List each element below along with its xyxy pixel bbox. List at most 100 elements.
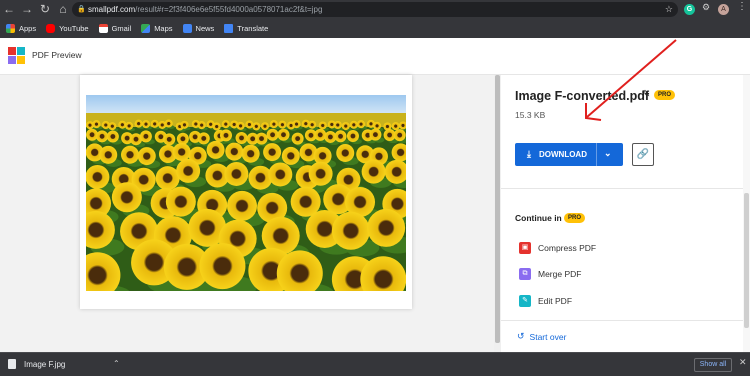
- sunflower-head: [141, 120, 150, 129]
- sunflower-head: [361, 159, 386, 184]
- start-over-link[interactable]: ↺ Start over: [517, 331, 566, 342]
- sunflower-head: [291, 132, 304, 145]
- sunflower-head: [278, 120, 287, 129]
- logo-square-teal: [17, 47, 25, 55]
- downloaded-file-name: Image F.jpg: [24, 359, 66, 369]
- sunflower-head: [235, 131, 248, 144]
- chevron-up-icon[interactable]: ⌃: [113, 359, 120, 368]
- sunflower-head: [269, 120, 278, 129]
- sunflower-head: [197, 121, 206, 130]
- sunflower-head: [165, 186, 196, 217]
- sunflower-head: [225, 142, 244, 161]
- bookmarks-bar: Apps YouTube Gmail Maps News Translate: [0, 19, 750, 38]
- sunflower-head: [99, 145, 118, 164]
- lock-icon: 🔒: [77, 6, 86, 13]
- sunflower-head: [367, 208, 406, 247]
- sidebar-scrollbar-thumb[interactable]: [744, 193, 749, 328]
- sunflower-head: [308, 161, 333, 186]
- chevron-down-icon[interactable]: ⌄: [604, 148, 612, 159]
- sunflower-head: [220, 129, 233, 142]
- browser-chrome: ← → ↻ ⌂ 🔒 smallpdf.com/result#r=2f3f406e…: [0, 0, 750, 38]
- bookmark-news[interactable]: News: [182, 24, 214, 33]
- sunflower-head: [150, 119, 159, 128]
- browser-menu-icon[interactable]: ⋮: [737, 1, 747, 12]
- downloaded-file-item[interactable]: Image F.jpg: [8, 359, 65, 369]
- sunflower-head: [180, 120, 189, 129]
- sunflower-head: [373, 121, 382, 130]
- pro-badge: PRO: [654, 90, 676, 100]
- sunflower-head: [236, 121, 245, 130]
- address-bar[interactable]: 🔒 smallpdf.com/result#r=2f3f406e6e5f55fd…: [72, 2, 678, 17]
- bookmark-gmail[interactable]: Gmail: [98, 24, 132, 33]
- sunflower-head: [176, 132, 189, 145]
- section-divider: [501, 320, 750, 321]
- forward-arrow-icon[interactable]: →: [18, 0, 36, 19]
- sunflower-head: [206, 140, 225, 159]
- sunflower-head: [86, 164, 110, 189]
- news-icon: [182, 24, 192, 33]
- sunflower-head: [357, 120, 366, 129]
- file-name: Image F-converted.pdf: [515, 89, 650, 103]
- sunflower-head: [106, 130, 119, 143]
- extensions-puzzle-icon[interactable]: ⚙: [702, 2, 710, 13]
- app-header: PDF Preview: [0, 38, 750, 75]
- tool-label: Edit PDF: [538, 296, 573, 306]
- pro-badge: PRO: [564, 213, 586, 223]
- bookmark-maps[interactable]: Maps: [141, 24, 173, 33]
- tool-edit-pdf[interactable]: ✎ Edit PDF: [519, 295, 572, 307]
- sunflower-head: [137, 147, 156, 166]
- translate-icon: [224, 24, 234, 33]
- tool-merge-pdf[interactable]: ⧉ Merge PDF: [519, 268, 581, 280]
- logo-square-red: [8, 47, 16, 55]
- pdf-preview-pane: [0, 75, 494, 352]
- logo-square-yellow: [17, 56, 25, 64]
- sidebar-scrollbar[interactable]: [743, 75, 750, 352]
- bookmark-label: Gmail: [111, 24, 132, 33]
- gmail-icon: [98, 24, 108, 33]
- sunflower-head: [199, 243, 246, 290]
- download-split-divider: [596, 143, 597, 166]
- grammarly-extension-icon[interactable]: G: [684, 4, 695, 15]
- section-divider: [501, 188, 750, 189]
- download-label: DOWNLOAD: [538, 150, 587, 159]
- smallpdf-logo[interactable]: [8, 47, 25, 64]
- compress-icon: ▣: [519, 242, 531, 254]
- preview-scrollbar[interactable]: [494, 75, 501, 352]
- result-sidebar: Image F-converted.pdf ✎ PRO 15.3 KB ⤓ DO…: [501, 75, 750, 352]
- link-icon: 🔗: [636, 149, 650, 160]
- sunflower-head: [108, 122, 117, 131]
- close-icon[interactable]: ✕: [739, 357, 747, 368]
- file-icon: [8, 359, 16, 369]
- edit-name-pencil-icon[interactable]: ✎: [642, 89, 650, 100]
- sunflower-head: [96, 130, 109, 143]
- bookmark-label: Translate: [237, 24, 269, 33]
- sunflower-head: [346, 130, 359, 143]
- download-button[interactable]: ⤓ DOWNLOAD ⌄: [515, 143, 623, 166]
- bookmark-translate[interactable]: Translate: [224, 24, 268, 33]
- sunflower-image: [86, 95, 406, 291]
- sunflower-head: [391, 122, 400, 131]
- youtube-icon: [46, 24, 56, 33]
- home-icon[interactable]: ⌂: [54, 0, 72, 19]
- bookmark-star-icon[interactable]: ☆: [665, 2, 673, 17]
- sunflower-head: [241, 144, 260, 163]
- preview-scrollbar-thumb[interactable]: [495, 75, 500, 343]
- bookmark-label: YouTube: [59, 24, 89, 33]
- sunflower-head: [252, 122, 261, 131]
- sunflower-head: [163, 133, 176, 146]
- share-link-button[interactable]: 🔗: [632, 143, 654, 166]
- restart-icon: ↺: [517, 331, 525, 341]
- sunflower-head: [176, 158, 201, 183]
- sunflower-head: [86, 128, 99, 141]
- sunflower-head: [341, 122, 350, 131]
- back-arrow-icon[interactable]: ←: [0, 0, 18, 19]
- bookmark-youtube[interactable]: YouTube: [46, 24, 89, 33]
- reload-icon[interactable]: ↻: [36, 0, 54, 19]
- sunflower-head: [281, 146, 300, 165]
- sunflower-head: [155, 166, 180, 191]
- bookmark-apps[interactable]: Apps: [6, 24, 36, 33]
- tool-compress-pdf[interactable]: ▣ Compress PDF: [519, 242, 596, 254]
- logo-square-purple: [8, 56, 16, 64]
- profile-avatar[interactable]: A: [718, 4, 729, 15]
- show-all-button[interactable]: Show all: [694, 358, 732, 372]
